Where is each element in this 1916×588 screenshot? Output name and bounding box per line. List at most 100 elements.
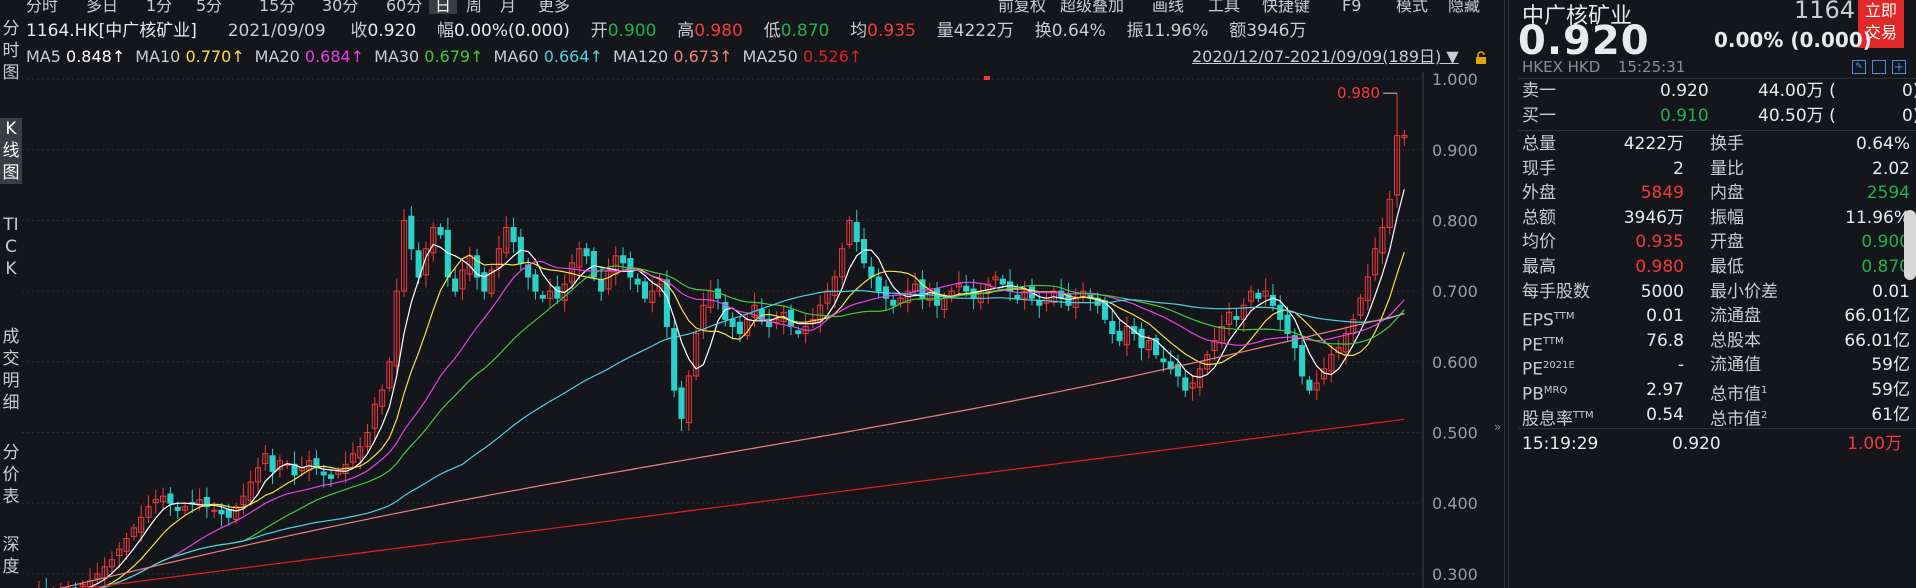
candle-body [1058,290,1065,299]
stat-value: 0.900 [1861,232,1910,253]
ma-label-3: MA30 [374,47,420,66]
period-tab-2[interactable]: 1分 [146,0,172,14]
stat-row: 总量 4222万 换手 0.64% [1522,132,1916,157]
exchange: HKEX [1522,58,1563,76]
view-tab-0[interactable]: 分时图 [0,18,22,84]
stat-value: 66.01亿 [1844,306,1910,327]
stat-row: PE2021E - 流通值 59亿 [1522,353,1916,380]
candle-body [583,248,590,257]
candle-body [1116,330,1123,342]
period-tab-0[interactable]: 分时 [26,0,58,14]
period-tab-3[interactable]: 5分 [196,0,222,14]
period-tab-7[interactable]: 日 [429,0,458,14]
toolbar-item-7[interactable]: 隐藏 [1448,0,1480,14]
stat-value: 59亿 [1871,380,1910,400]
currency: HKD [1567,58,1601,76]
event-marker [984,76,990,80]
high-price-marker: 0.980 [1337,84,1380,102]
edit-icon[interactable]: ✎ [1852,60,1866,74]
toolbar-item-1[interactable]: 超级叠加 [1060,0,1124,14]
candle-body [999,278,1006,285]
stat-value: - [1677,355,1684,376]
candle-body [211,509,218,512]
candle-body [327,474,335,479]
candle-body [174,506,181,511]
candle-body [437,227,444,236]
ma-label-6: MA250 [742,47,798,66]
view-tab-1[interactable]: K线图 [0,118,22,184]
view-tab-3[interactable]: 成交明细 [0,326,22,414]
candle-body [729,318,736,327]
toolbar-item-6[interactable]: 模式 [1396,0,1428,14]
toolbar-item-5[interactable]: F9 [1342,0,1361,14]
toolbar-item-4[interactable]: 快捷键 [1262,0,1310,14]
candle-body [1014,294,1021,299]
period-tab-1[interactable]: 多日 [86,0,118,14]
ma-value-5: 0.673↑ [673,47,733,66]
lock-icon[interactable] [1474,50,1488,64]
candle-body [1269,294,1276,306]
candle-body [1233,316,1240,320]
stat-row: 最高 0.980 最低 0.870 [1522,255,1916,280]
period-tab-4[interactable]: 15分 [259,0,295,14]
ask-row: 卖一 0.920 44.00万 ( 0) [1522,81,1916,101]
price-change: 0.00% (0.000) [1714,28,1872,52]
quote-date: 2021/09/09 [227,21,326,41]
stat-value: 5000 [1640,281,1684,302]
candle-body [634,278,641,285]
stat-value: 0.54 [1646,404,1684,425]
period-tab-9[interactable]: 月 [500,0,516,14]
candle-body [795,330,802,335]
period-tab-10[interactable]: 更多 [538,0,570,14]
stat-label: 最高 [1522,257,1556,277]
stat-value: 2.02 [1872,158,1910,179]
quote-panel: » 中广核矿业 1164 立即 交易 0.920 0.00% (0.000) H… [1494,0,1916,588]
toolbar-item-3[interactable]: 工具 [1208,0,1240,14]
date-range-selector[interactable]: 2020/12/07-2021/09/09(189日) ▼ [1192,46,1459,68]
candle-body [620,255,627,264]
window-icon[interactable] [1872,60,1886,74]
stat-label: 流通盘 [1710,306,1761,327]
candle-body [532,274,539,292]
stat-value: 66.01亿 [1844,330,1910,351]
kline-chart[interactable]: 1.000 0.900 0.800 0.700 0.600 0.500 0.400 0.300… [22,72,1500,588]
quote-time: 15:25:31 [1617,58,1686,76]
change-value: 0.00%(0.000) [453,21,570,41]
scroll-handle[interactable] [1904,210,1916,280]
candle-body [539,294,546,299]
stat-value: 11.96% [1845,207,1910,228]
collapse-panel-icon[interactable]: » [1494,420,1501,434]
period-tab-5[interactable]: 30分 [322,0,358,14]
add-icon[interactable]: + [1892,60,1906,74]
ma-legend: MA5 0.848↑ MA10 0.770↑ MA20 0.684↑ MA30 0.6… [26,46,872,68]
stock-code: 1164.HK[中广核矿业] [26,21,197,41]
turnover-value: 0.64% [1051,21,1106,41]
candle-body [1160,358,1167,363]
period-tab-6[interactable]: 60分 [386,0,422,14]
stat-row: 现手 2 量比 2.02 [1522,157,1916,182]
candle-body [225,509,232,518]
stat-value: 0.980 [1635,257,1684,277]
y-tick-label: 0.700 [1432,282,1478,301]
stat-value: 61亿 [1871,404,1910,425]
period-toolbar: 分时 多日 1分 5分 15分 30分 60分日周 月 更多 前复权 超级叠加 画线 工具 快捷键 F9 模式… [0,0,1500,16]
candle-body [598,278,605,292]
candle-body [853,222,860,243]
y-tick-label: 0.600 [1432,353,1478,372]
candle-body [933,288,941,306]
stat-label: 内盘 [1710,183,1744,204]
stat-row: 外盘 5849 内盘 2594 [1522,181,1916,206]
stat-value: 0.870 [1861,257,1910,277]
y-tick-label: 0.900 [1432,141,1478,160]
toolbar-item-2[interactable]: 画线 [1152,0,1184,14]
view-tab-2[interactable]: TICK [0,214,22,280]
candle-body [1255,292,1262,299]
stat-value: 2 [1673,158,1684,179]
stat-label: 总额 [1522,207,1556,228]
stat-label: 最低 [1710,257,1744,277]
view-tab-4[interactable]: 分价表 [0,442,22,508]
toolbar-item-0[interactable]: 前复权 [998,0,1046,14]
view-tab-5[interactable]: 深度 [0,534,22,578]
candle-body [890,299,897,306]
period-tab-8[interactable]: 周 [466,0,482,14]
